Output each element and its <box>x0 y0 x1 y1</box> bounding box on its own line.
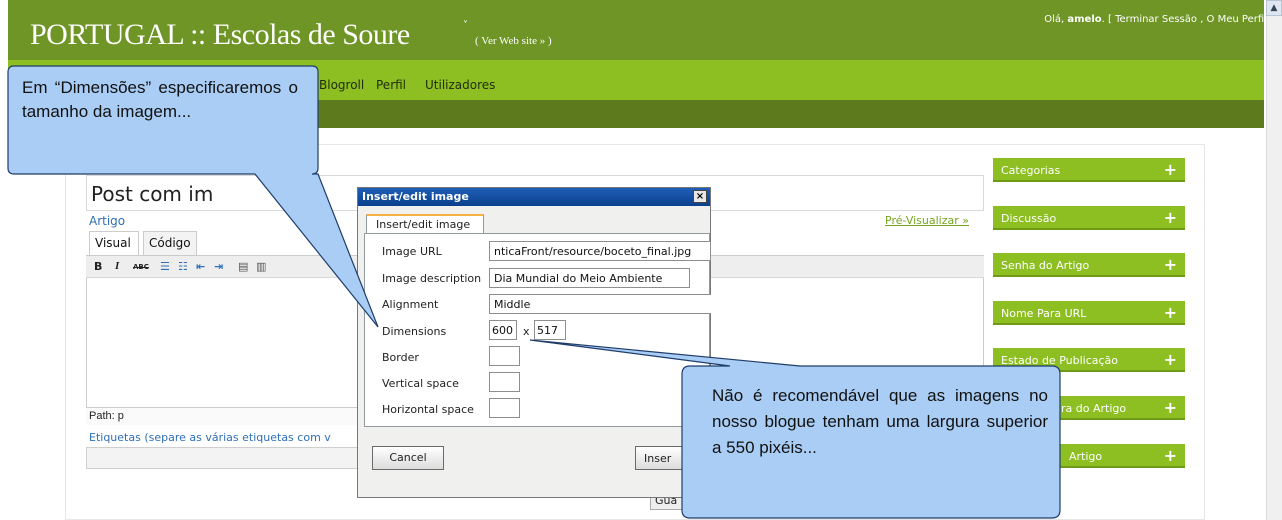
callout-top-left-text: Em “Dimensões” especificaremos o tamanho… <box>22 78 298 121</box>
callout-bottom-right-text: Não é recomendável que as imagens no nos… <box>712 386 1048 457</box>
